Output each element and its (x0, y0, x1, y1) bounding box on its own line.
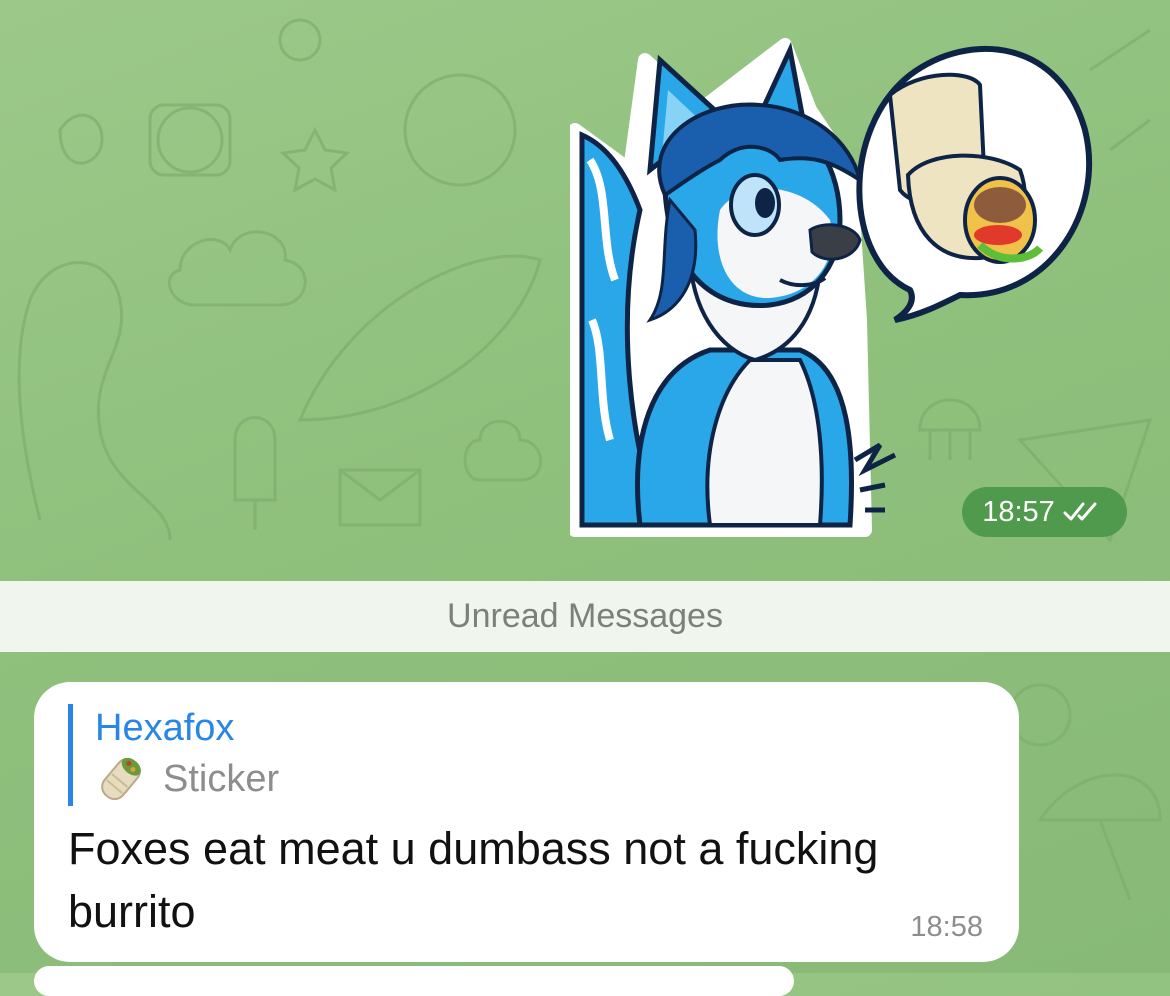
unread-messages-divider: Unread Messages (0, 581, 1170, 652)
sticker-time: 18:57 (982, 495, 1055, 528)
burrito-emoji-icon (101, 757, 141, 801)
leaf-doodle (58, 113, 104, 165)
duck-doodle (463, 419, 543, 482)
surfboard-doodle (297, 254, 542, 422)
incoming-message-bubble[interactable]: Hexafox Sticker Foxes eat meat u dumbass… (34, 682, 1019, 962)
star-doodle (279, 126, 351, 193)
umbrella-doodle (1037, 773, 1162, 901)
reply-quote[interactable]: Hexafox Sticker (68, 704, 279, 806)
dinosaur-doodle (17, 261, 172, 541)
reply-preview: Sticker (95, 752, 279, 806)
double-check-icon (1063, 502, 1097, 521)
message-text: Foxes eat meat u dumbass not a fucking b… (68, 823, 879, 937)
message-time: 18:58 (910, 911, 983, 943)
unread-label: Unread Messages (447, 597, 723, 635)
ball-doodle (1008, 683, 1072, 747)
popsicle-doodle (233, 416, 277, 530)
reply-text: Sticker (163, 757, 280, 800)
next-message-bubble-edge (34, 966, 794, 996)
envelope-doodle (338, 468, 422, 527)
cloud-doodle (167, 230, 307, 307)
frog-doodle (403, 73, 517, 187)
reply-author: Hexafox (95, 707, 235, 749)
camera-doodle (156, 106, 224, 174)
fox-burrito-sticker[interactable] (570, 20, 1100, 540)
sticker-time-badge: 18:57 (962, 487, 1127, 537)
